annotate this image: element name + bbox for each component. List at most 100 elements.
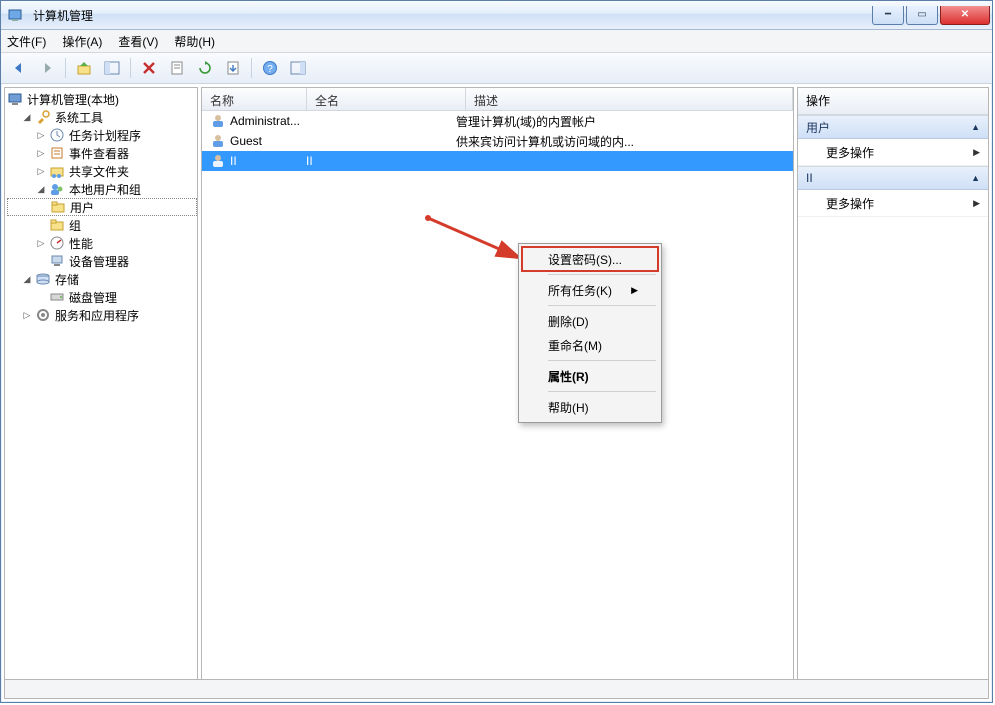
menu-separator xyxy=(548,305,656,306)
tree-device-manager[interactable]: 设备管理器 xyxy=(7,252,197,270)
tree-label: 计算机管理(本地) xyxy=(27,91,119,108)
computer-management-window: 计算机管理 ━ ▭ ✕ 文件(F) 操作(A) 查看(V) 帮助(H) ? xyxy=(0,0,993,703)
tree-users[interactable]: 用户 xyxy=(7,198,197,216)
titlebar: 计算机管理 ━ ▭ ✕ xyxy=(1,1,992,30)
menu-properties[interactable]: 属性(R) xyxy=(522,364,658,388)
column-description[interactable]: 描述 xyxy=(466,88,793,110)
list-row[interactable]: Guest 供来宾访问计算机或访问域的内... xyxy=(202,131,793,151)
menu-action[interactable]: 操作(A) xyxy=(62,33,102,50)
actions-section-users[interactable]: 用户 ▲ xyxy=(798,115,988,139)
tree-storage[interactable]: ◢ 存储 xyxy=(7,270,197,288)
delete-button[interactable] xyxy=(137,56,161,80)
tree-services-apps[interactable]: ▷ 服务和应用程序 xyxy=(7,306,197,324)
toolbar: ? xyxy=(1,53,992,84)
actions-more-actions[interactable]: 更多操作 ▶ xyxy=(798,139,988,166)
column-name[interactable]: 名称 xyxy=(202,88,307,110)
column-fullname[interactable]: 全名 xyxy=(307,88,466,110)
menu-set-password[interactable]: 设置密码(S)... xyxy=(522,247,658,271)
tree-performance[interactable]: ▷ 性能 xyxy=(7,234,197,252)
tree-label: 组 xyxy=(69,217,81,234)
actions-more-actions-2[interactable]: 更多操作 ▶ xyxy=(798,190,988,217)
tree-task-scheduler[interactable]: ▷ 任务计划程序 xyxy=(7,126,197,144)
list-row-selected[interactable]: II II xyxy=(202,151,793,171)
actions-section-selected[interactable]: II ▲ xyxy=(798,166,988,190)
user-icon xyxy=(210,113,226,129)
tree-label: 性能 xyxy=(69,235,93,252)
actions-pane: 操作 用户 ▲ 更多操作 ▶ II ▲ 更多操作 ▶ xyxy=(797,87,989,698)
menu-help[interactable]: 帮助(H) xyxy=(522,395,658,419)
up-button[interactable] xyxy=(72,56,96,80)
list-row[interactable]: Administrat... 管理计算机(域)的内置帐户 xyxy=(202,111,793,131)
collapse-arrow-icon: ▲ xyxy=(971,173,980,183)
expand-icon[interactable]: ▷ xyxy=(35,129,47,141)
list-header: 名称 全名 描述 xyxy=(202,88,793,111)
folder-icon xyxy=(49,217,65,233)
tree-label: 磁盘管理 xyxy=(69,289,117,306)
tree-event-viewer[interactable]: ▷ 事件查看器 xyxy=(7,144,197,162)
forward-button[interactable] xyxy=(35,56,59,80)
tree-label: 本地用户和组 xyxy=(69,181,141,198)
menu-separator xyxy=(548,360,656,361)
disk-icon xyxy=(49,289,65,305)
collapse-icon[interactable]: ◢ xyxy=(35,183,47,195)
chevron-right-icon: ▶ xyxy=(973,198,980,209)
window-controls: ━ ▭ ✕ xyxy=(870,6,990,25)
actions-title: 操作 xyxy=(798,88,988,115)
cell-name: Administrat... xyxy=(230,114,300,128)
minimize-button[interactable]: ━ xyxy=(872,6,904,25)
expand-icon[interactable]: ▷ xyxy=(21,309,33,321)
tree: 计算机管理(本地) ◢ 系统工具 ▷ 任务计划程序 ▷ 事件查看器 xyxy=(5,88,197,326)
expand-icon[interactable]: ▷ xyxy=(35,165,47,177)
cell-name: II xyxy=(230,154,237,168)
tree-pane[interactable]: 计算机管理(本地) ◢ 系统工具 ▷ 任务计划程序 ▷ 事件查看器 xyxy=(4,87,198,698)
menu-all-tasks[interactable]: 所有任务(K)▶ xyxy=(522,278,658,302)
cell-description: 管理计算机(域)的内置帐户 xyxy=(448,113,793,130)
context-menu: 设置密码(S)... 所有任务(K)▶ 删除(D) 重命名(M) 属性(R) 帮… xyxy=(518,243,662,423)
refresh-button[interactable] xyxy=(193,56,217,80)
menu-file[interactable]: 文件(F) xyxy=(7,33,46,50)
menu-help[interactable]: 帮助(H) xyxy=(174,33,215,50)
menu-separator xyxy=(548,391,656,392)
menu-rename[interactable]: 重命名(M) xyxy=(522,333,658,357)
clock-icon xyxy=(49,127,65,143)
tree-system-tools[interactable]: ◢ 系统工具 xyxy=(7,108,197,126)
menu-separator xyxy=(548,274,656,275)
properties-button[interactable] xyxy=(165,56,189,80)
collapse-icon[interactable]: ◢ xyxy=(21,111,33,123)
tree-local-users-groups[interactable]: ◢ 本地用户和组 xyxy=(7,180,197,198)
body-panes: 计算机管理(本地) ◢ 系统工具 ▷ 任务计划程序 ▷ 事件查看器 xyxy=(1,84,992,701)
tree-shared-folders[interactable]: ▷ 共享文件夹 xyxy=(7,162,197,180)
tree-root[interactable]: 计算机管理(本地) xyxy=(7,90,197,108)
services-icon xyxy=(35,307,51,323)
toolbar-separator xyxy=(251,58,252,78)
tree-label: 设备管理器 xyxy=(69,253,129,270)
show-hide-console-tree-button[interactable] xyxy=(100,56,124,80)
blank-icon xyxy=(35,291,47,303)
help-button[interactable]: ? xyxy=(258,56,282,80)
close-button[interactable]: ✕ xyxy=(940,6,990,25)
folder-icon xyxy=(50,199,66,215)
shared-folder-icon xyxy=(49,163,65,179)
performance-icon xyxy=(49,235,65,251)
tree-label: 用户 xyxy=(70,199,94,216)
cell-fullname: II xyxy=(298,154,448,168)
show-hide-action-pane-button[interactable] xyxy=(286,56,310,80)
submenu-arrow-icon: ▶ xyxy=(631,285,638,296)
menu-view[interactable]: 查看(V) xyxy=(118,33,158,50)
menu-delete[interactable]: 删除(D) xyxy=(522,309,658,333)
maximize-button[interactable]: ▭ xyxy=(906,6,938,25)
list-pane[interactable]: 名称 全名 描述 Administrat... 管理计算机(域)的内置帐户 Gu… xyxy=(201,87,794,698)
statusbar xyxy=(4,679,989,699)
tree-disk-management[interactable]: 磁盘管理 xyxy=(7,288,197,306)
collapse-icon[interactable]: ◢ xyxy=(21,273,33,285)
back-button[interactable] xyxy=(7,56,31,80)
expand-icon[interactable]: ▷ xyxy=(35,147,47,159)
export-list-button[interactable] xyxy=(221,56,245,80)
tools-icon xyxy=(35,109,51,125)
tree-groups[interactable]: 组 xyxy=(7,216,197,234)
tree-label: 任务计划程序 xyxy=(69,127,141,144)
expand-icon[interactable]: ▷ xyxy=(35,237,47,249)
svg-text:?: ? xyxy=(267,64,273,75)
toolbar-separator xyxy=(65,58,66,78)
storage-icon xyxy=(35,271,51,287)
